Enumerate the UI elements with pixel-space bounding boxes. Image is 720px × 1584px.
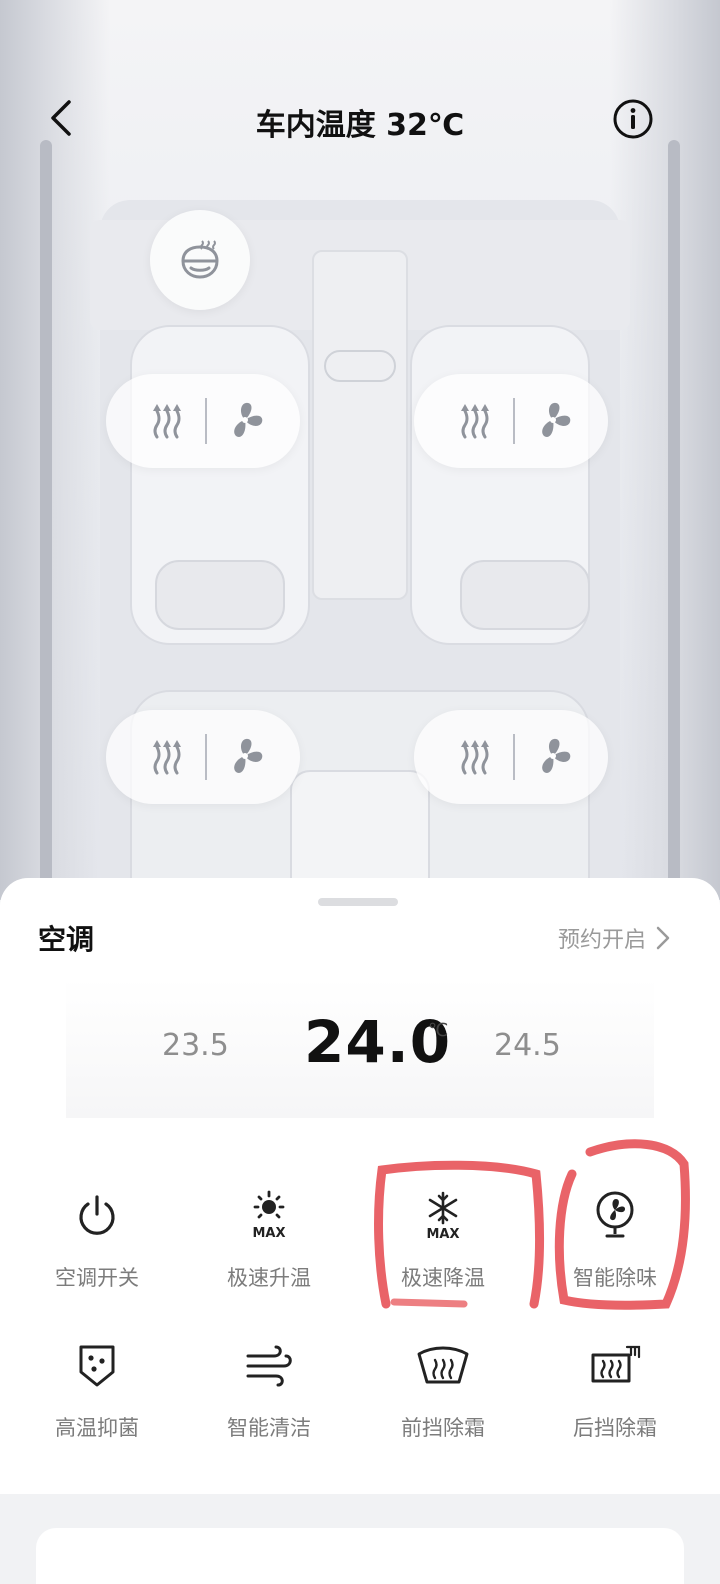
max-text: MAX bbox=[426, 1227, 459, 1242]
front-defrost-button[interactable]: 前挡除霜 bbox=[358, 1338, 528, 1458]
info-button[interactable] bbox=[612, 98, 654, 140]
center-console bbox=[312, 250, 408, 600]
divider bbox=[513, 734, 515, 780]
seat-heat-icon bbox=[153, 404, 181, 439]
steering-wheel-heat-icon bbox=[181, 240, 219, 279]
schedule-label: 预约开启 bbox=[557, 928, 646, 953]
function-label: 前挡除霜 bbox=[401, 1416, 485, 1440]
function-label: 极速降温 bbox=[401, 1266, 485, 1290]
chevron-right-icon bbox=[656, 926, 670, 950]
snowflake-max-icon: MAX bbox=[415, 1188, 471, 1244]
steering-wheel-heat-button[interactable] bbox=[150, 210, 250, 310]
temp-option-higher[interactable]: 24.5 bbox=[494, 1028, 561, 1063]
power-icon bbox=[69, 1188, 125, 1244]
front-left-cushion bbox=[155, 560, 285, 630]
fan-icon bbox=[542, 402, 571, 437]
divider bbox=[205, 734, 207, 780]
function-label: 智能除味 bbox=[573, 1266, 657, 1290]
shield-dots-icon bbox=[69, 1338, 125, 1394]
rear-defrost-button[interactable]: 后挡除霜 bbox=[530, 1338, 700, 1458]
next-card bbox=[36, 1528, 684, 1584]
rear-defrost-icon bbox=[587, 1338, 643, 1394]
smart-clean-button[interactable]: 智能清洁 bbox=[184, 1338, 354, 1458]
ac-power-button[interactable]: 空调开关 bbox=[12, 1188, 182, 1308]
rapid-heat-button[interactable]: MAX 极速升温 bbox=[184, 1188, 354, 1308]
rapid-cool-button[interactable]: MAX 极速降温 bbox=[358, 1188, 528, 1308]
rear-left-seat-ventilation-button[interactable] bbox=[220, 732, 270, 782]
high-temp-sterilize-button[interactable]: 高温抑菌 bbox=[12, 1338, 182, 1458]
seat-heat-icon bbox=[461, 404, 489, 439]
car-pillar-right bbox=[668, 140, 680, 900]
front-left-seat-heat-button[interactable] bbox=[142, 396, 192, 446]
front-defrost-icon bbox=[415, 1338, 471, 1394]
function-label: 空调开关 bbox=[55, 1266, 139, 1290]
seat-heat-icon bbox=[153, 740, 181, 775]
sun-max-icon: MAX bbox=[241, 1188, 297, 1244]
front-right-seat-heat-button[interactable] bbox=[450, 396, 500, 446]
function-label: 高温抑菌 bbox=[55, 1416, 139, 1440]
seat-heat-icon bbox=[461, 740, 489, 775]
temp-unit: ℃ bbox=[428, 1020, 449, 1041]
front-right-seat-controls bbox=[414, 374, 608, 468]
car-pillar-left bbox=[40, 140, 52, 900]
front-left-seat-ventilation-button[interactable] bbox=[220, 396, 270, 446]
smart-deodorize-button[interactable]: 智能除味 bbox=[530, 1188, 700, 1308]
function-label: 后挡除霜 bbox=[573, 1416, 657, 1440]
function-label: 智能清洁 bbox=[227, 1416, 311, 1440]
temperature-selector[interactable]: 23.5 24.0 ℃ 24.5 bbox=[66, 978, 654, 1118]
temp-current: 24.0 bbox=[304, 1008, 452, 1076]
rear-right-seat-controls bbox=[414, 710, 608, 804]
rear-left-seat-controls bbox=[106, 710, 300, 804]
divider bbox=[513, 398, 515, 444]
fan-icon bbox=[587, 1188, 643, 1244]
front-right-cushion bbox=[460, 560, 590, 630]
climate-title: 空调 bbox=[38, 923, 95, 956]
wind-icon bbox=[241, 1338, 297, 1394]
function-label: 极速升温 bbox=[227, 1266, 311, 1290]
max-text: MAX bbox=[252, 1226, 285, 1241]
cupholder bbox=[324, 350, 396, 382]
rear-right-seat-ventilation-button[interactable] bbox=[528, 732, 578, 782]
schedule-start-link[interactable]: 预约开启 bbox=[558, 922, 670, 954]
header: 车内温度 32℃ bbox=[0, 80, 720, 160]
rear-right-seat-heat-button[interactable] bbox=[450, 732, 500, 782]
divider bbox=[205, 398, 207, 444]
fan-icon bbox=[234, 402, 263, 437]
front-right-seat-ventilation-button[interactable] bbox=[528, 396, 578, 446]
temp-option-lower[interactable]: 23.5 bbox=[162, 1028, 229, 1063]
front-left-seat-controls bbox=[106, 374, 300, 468]
fan-icon bbox=[542, 738, 571, 773]
rear-left-seat-heat-button[interactable] bbox=[142, 732, 192, 782]
climate-panel: 空调 预约开启 23.5 24.0 ℃ 24.5 空调开关 MAX 极速升温 M… bbox=[0, 878, 720, 1584]
info-icon bbox=[613, 99, 653, 139]
fan-icon bbox=[234, 738, 263, 773]
drag-handle[interactable] bbox=[318, 898, 398, 906]
